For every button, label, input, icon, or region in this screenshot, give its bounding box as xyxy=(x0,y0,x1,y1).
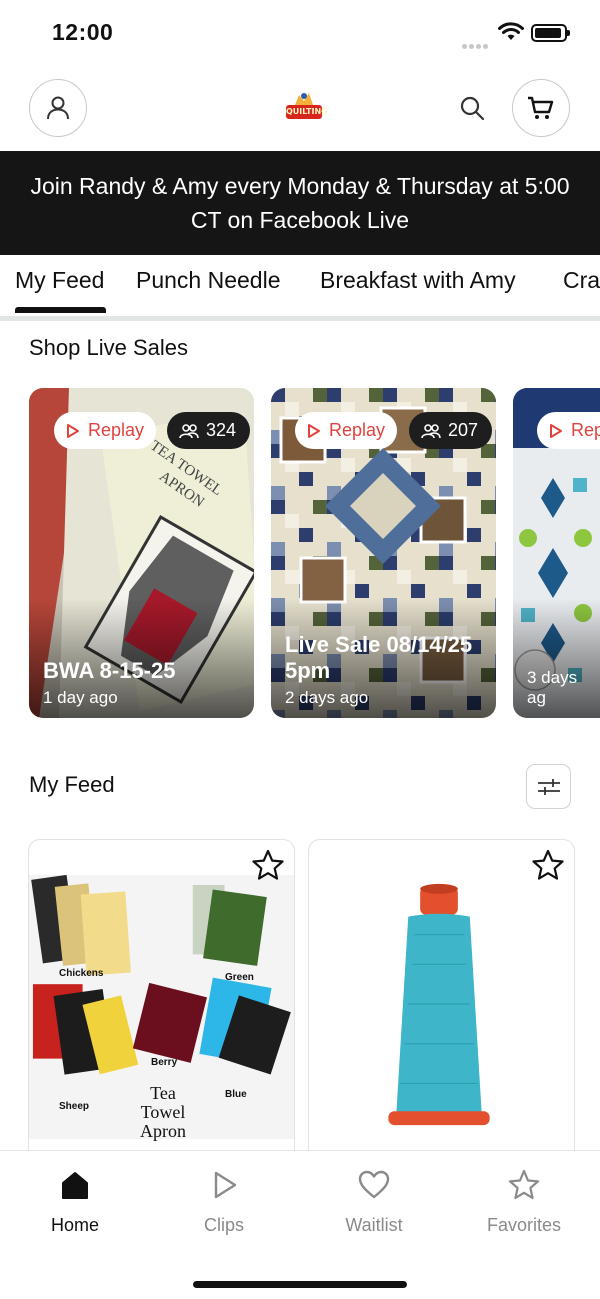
tab-breakfast-with-amy[interactable]: Breakfast with Amy xyxy=(320,267,516,294)
play-outline-icon xyxy=(308,423,320,438)
cart-button[interactable] xyxy=(512,79,570,137)
filter-button[interactable] xyxy=(526,764,571,809)
signal-icon xyxy=(462,36,490,54)
status-time: 12:00 xyxy=(52,19,114,45)
fabric-label-sheep: Sheep xyxy=(59,1101,90,1112)
nav-clips[interactable]: Clips xyxy=(174,1169,274,1236)
nav-favorites-label: Favorites xyxy=(486,1215,562,1235)
brand-logo[interactable]: QUILTING xyxy=(281,89,328,125)
replay-badge[interactable]: Replay xyxy=(295,412,398,449)
fabric-label-blue: Blue xyxy=(225,1089,247,1100)
fabric-label-green: Green xyxy=(225,972,254,983)
logo-emblem xyxy=(295,93,313,105)
status-bar: 12:00 xyxy=(0,0,600,66)
battery-icon xyxy=(531,24,570,42)
live-sale-card[interactable]: Replay 207 Live Sale 08/14/25 5pm 2 days… xyxy=(271,388,496,718)
tabs-divider xyxy=(0,316,600,321)
search-button[interactable] xyxy=(452,88,492,128)
nav-home-label: Home xyxy=(50,1215,99,1235)
product-card[interactable]: Chickens Green Berry Sheep Blue Tea Towe… xyxy=(28,839,295,1169)
cart-icon xyxy=(528,96,554,119)
viewers-icon xyxy=(421,423,441,438)
active-tab-indicator xyxy=(15,307,106,313)
tab-punch-needle[interactable]: Punch Needle xyxy=(136,267,281,294)
blue-thread-spool-image xyxy=(309,874,574,1140)
label-apron: Apron xyxy=(140,1121,186,1141)
live-sale-time: 1 day ago xyxy=(43,688,118,707)
tea-towel-apron-label: Tea Towel Apron xyxy=(133,1084,193,1141)
announcement-banner[interactable]: Join Randy & Amy every Monday & Thursday… xyxy=(0,151,600,255)
live-sale-title: BWA 8-15-25 xyxy=(43,658,176,683)
live-sales-title: Shop Live Sales xyxy=(29,335,188,360)
favorite-star-icon[interactable] xyxy=(250,848,286,884)
wifi-icon xyxy=(498,22,524,40)
banner-text: Join Randy & Amy every Monday & Thursday… xyxy=(30,173,570,233)
fabric-label-berry: Berry xyxy=(151,1057,178,1068)
sliders-icon xyxy=(537,778,560,795)
viewer-count: 324 xyxy=(206,420,237,440)
play-icon xyxy=(214,1171,237,1199)
fabric-label-chickens: Chickens xyxy=(59,968,104,979)
replay-badge[interactable]: Replay xyxy=(54,412,157,449)
logo-text: QUILTING xyxy=(286,105,328,119)
nav-favorites[interactable]: Favorites xyxy=(474,1169,574,1236)
label-tea: Tea xyxy=(150,1083,176,1103)
search-icon xyxy=(460,96,485,121)
viewer-count-badge: 207 xyxy=(409,412,493,449)
live-sale-title: Live Sale 08/14/25 5pm xyxy=(285,632,473,683)
nav-clips-label: Clips xyxy=(203,1215,244,1235)
home-indicator[interactable] xyxy=(193,1281,407,1288)
viewers-icon xyxy=(179,423,199,438)
tab-my-feed[interactable]: My Feed xyxy=(15,267,104,294)
live-sale-card[interactable]: TEA TOWEL APRON Replay 324 BWA 8-15-25 1… xyxy=(29,388,254,718)
viewer-count-badge: 324 xyxy=(167,412,251,449)
home-icon xyxy=(62,1172,88,1199)
replay-label: Rep xyxy=(571,420,600,440)
category-tabs: My Feed Punch Needle Breakfast with Amy … xyxy=(0,255,600,317)
product-card[interactable] xyxy=(308,839,575,1169)
nav-waitlist-label: Waitlist xyxy=(345,1215,403,1235)
profile-icon xyxy=(47,96,69,120)
nav-home[interactable]: Home xyxy=(25,1169,125,1236)
live-sale-time: 3 days ag xyxy=(527,668,578,707)
tab-cra[interactable]: Cra xyxy=(563,267,600,294)
profile-button[interactable] xyxy=(29,79,87,137)
heart-icon xyxy=(358,1170,390,1199)
feed-title: My Feed xyxy=(29,772,115,797)
replay-badge[interactable]: Rep xyxy=(537,412,600,449)
bottom-navigation: Home Clips Waitlist Favorites xyxy=(0,1150,600,1299)
play-outline-icon xyxy=(550,423,562,438)
replay-label: Replay xyxy=(88,420,145,440)
replay-label: Replay xyxy=(329,420,386,440)
star-icon xyxy=(508,1169,540,1200)
nav-waitlist[interactable]: Waitlist xyxy=(324,1169,424,1236)
label-towel: Towel xyxy=(140,1102,186,1122)
favorite-star-icon[interactable] xyxy=(530,848,566,884)
live-sale-time: 2 days ago xyxy=(285,688,369,707)
app-header: QUILTING xyxy=(0,76,600,142)
viewer-count: 207 xyxy=(448,420,479,440)
live-sale-card[interactable]: Rep 3 days ag xyxy=(513,388,600,718)
play-outline-icon xyxy=(67,423,79,438)
